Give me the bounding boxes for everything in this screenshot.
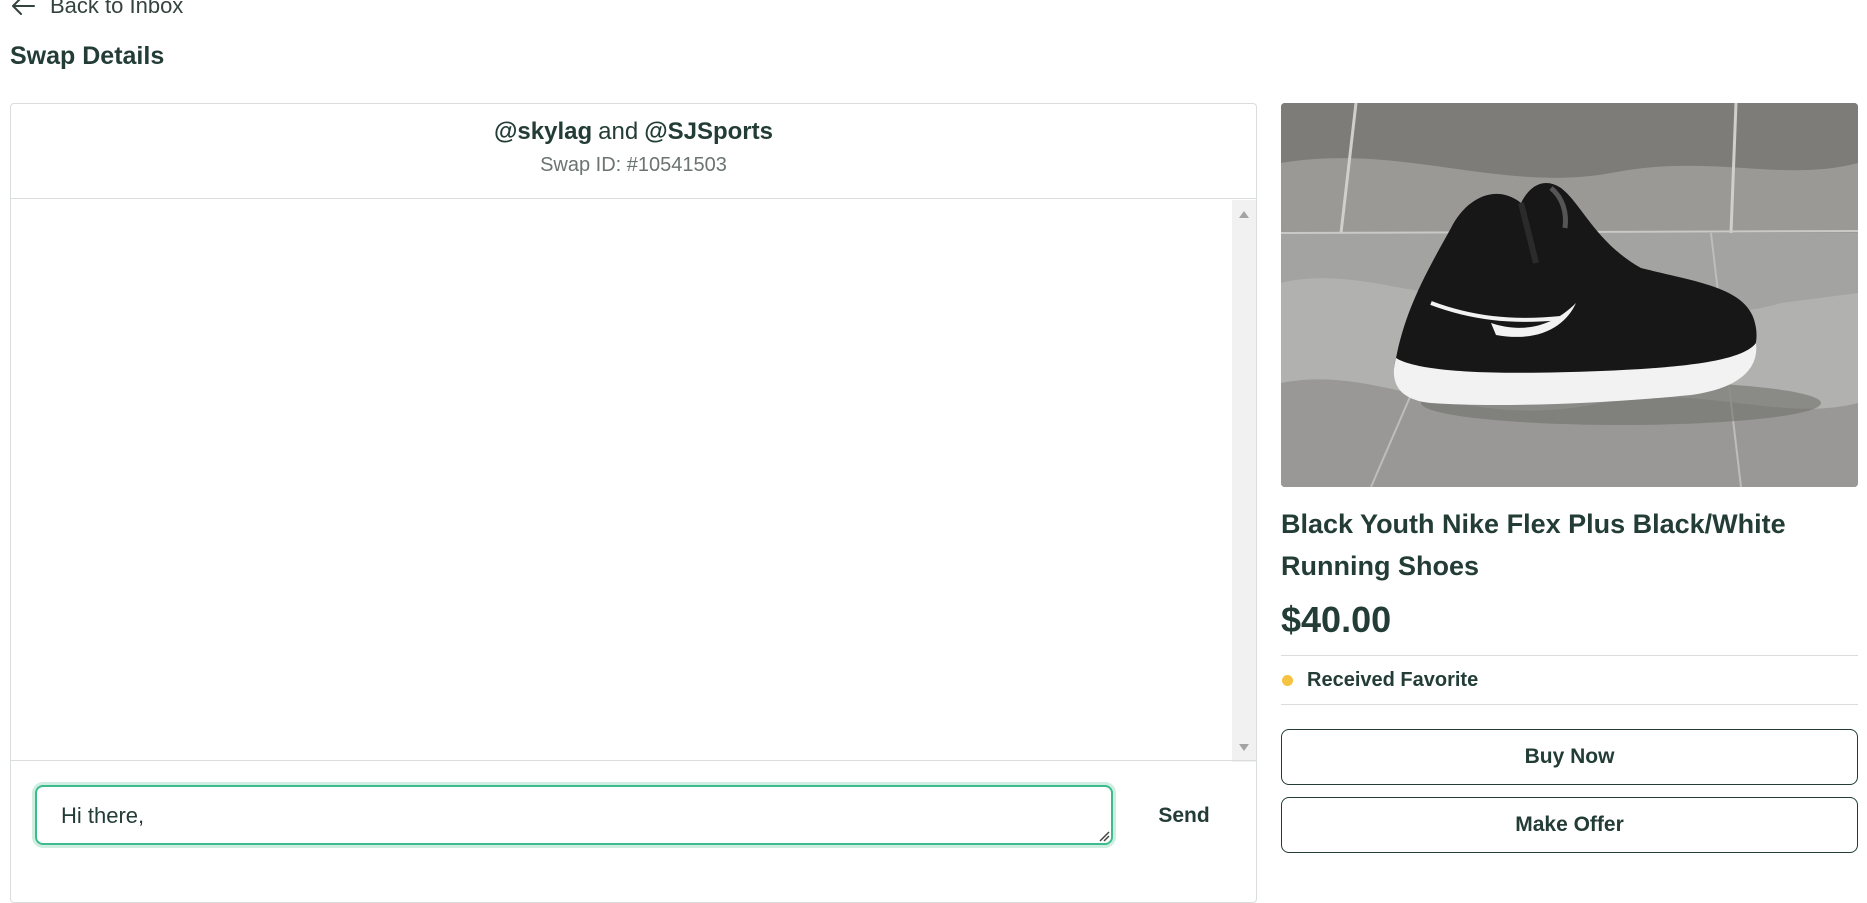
scroll-down-arrow-icon[interactable]: [1239, 744, 1249, 751]
back-to-inbox-link[interactable]: Back to Inbox: [10, 0, 183, 19]
make-offer-button[interactable]: Make Offer: [1281, 797, 1858, 853]
chat-header: @skylag and @SJSports Swap ID: #10541503: [11, 104, 1256, 199]
participant-two: @SJSports: [644, 118, 773, 145]
resize-grip-icon[interactable]: [1096, 828, 1110, 842]
scroll-up-arrow-icon[interactable]: [1239, 211, 1249, 218]
item-price: $40.00: [1281, 599, 1392, 640]
status-dot-icon: [1282, 674, 1293, 686]
send-button[interactable]: Send: [1139, 797, 1229, 835]
messages-area[interactable]: [11, 200, 1256, 762]
message-input[interactable]: Hi there,: [35, 785, 1113, 845]
status-text: Received Favorite: [1307, 668, 1479, 691]
page-title: Swap Details: [10, 42, 165, 70]
chat-panel: @skylag and @SJSports Swap ID: #10541503 H…: [10, 103, 1257, 903]
messages-scrollbar[interactable]: [1232, 200, 1256, 762]
back-link-label: Back to Inbox: [50, 0, 184, 18]
message-composer: Hi there, Send: [11, 760, 1256, 902]
buy-now-button[interactable]: Buy Now: [1281, 729, 1858, 785]
status-row: Received Favorite: [1281, 655, 1858, 705]
participant-one: @skylag: [494, 118, 593, 145]
arrow-left-icon: [12, 0, 35, 15]
sneaker-photo-icon[interactable]: [1281, 103, 1858, 487]
item-title[interactable]: Black Youth Nike Flex Plus Black/White R…: [1281, 503, 1858, 587]
chat-participants: @skylag and @SJSports: [11, 104, 1256, 146]
swap-id: Swap ID: #10541503: [540, 154, 727, 176]
item-panel: Black Youth Nike Flex Plus Black/White R…: [1281, 103, 1858, 853]
participant-connector: and: [598, 118, 639, 145]
